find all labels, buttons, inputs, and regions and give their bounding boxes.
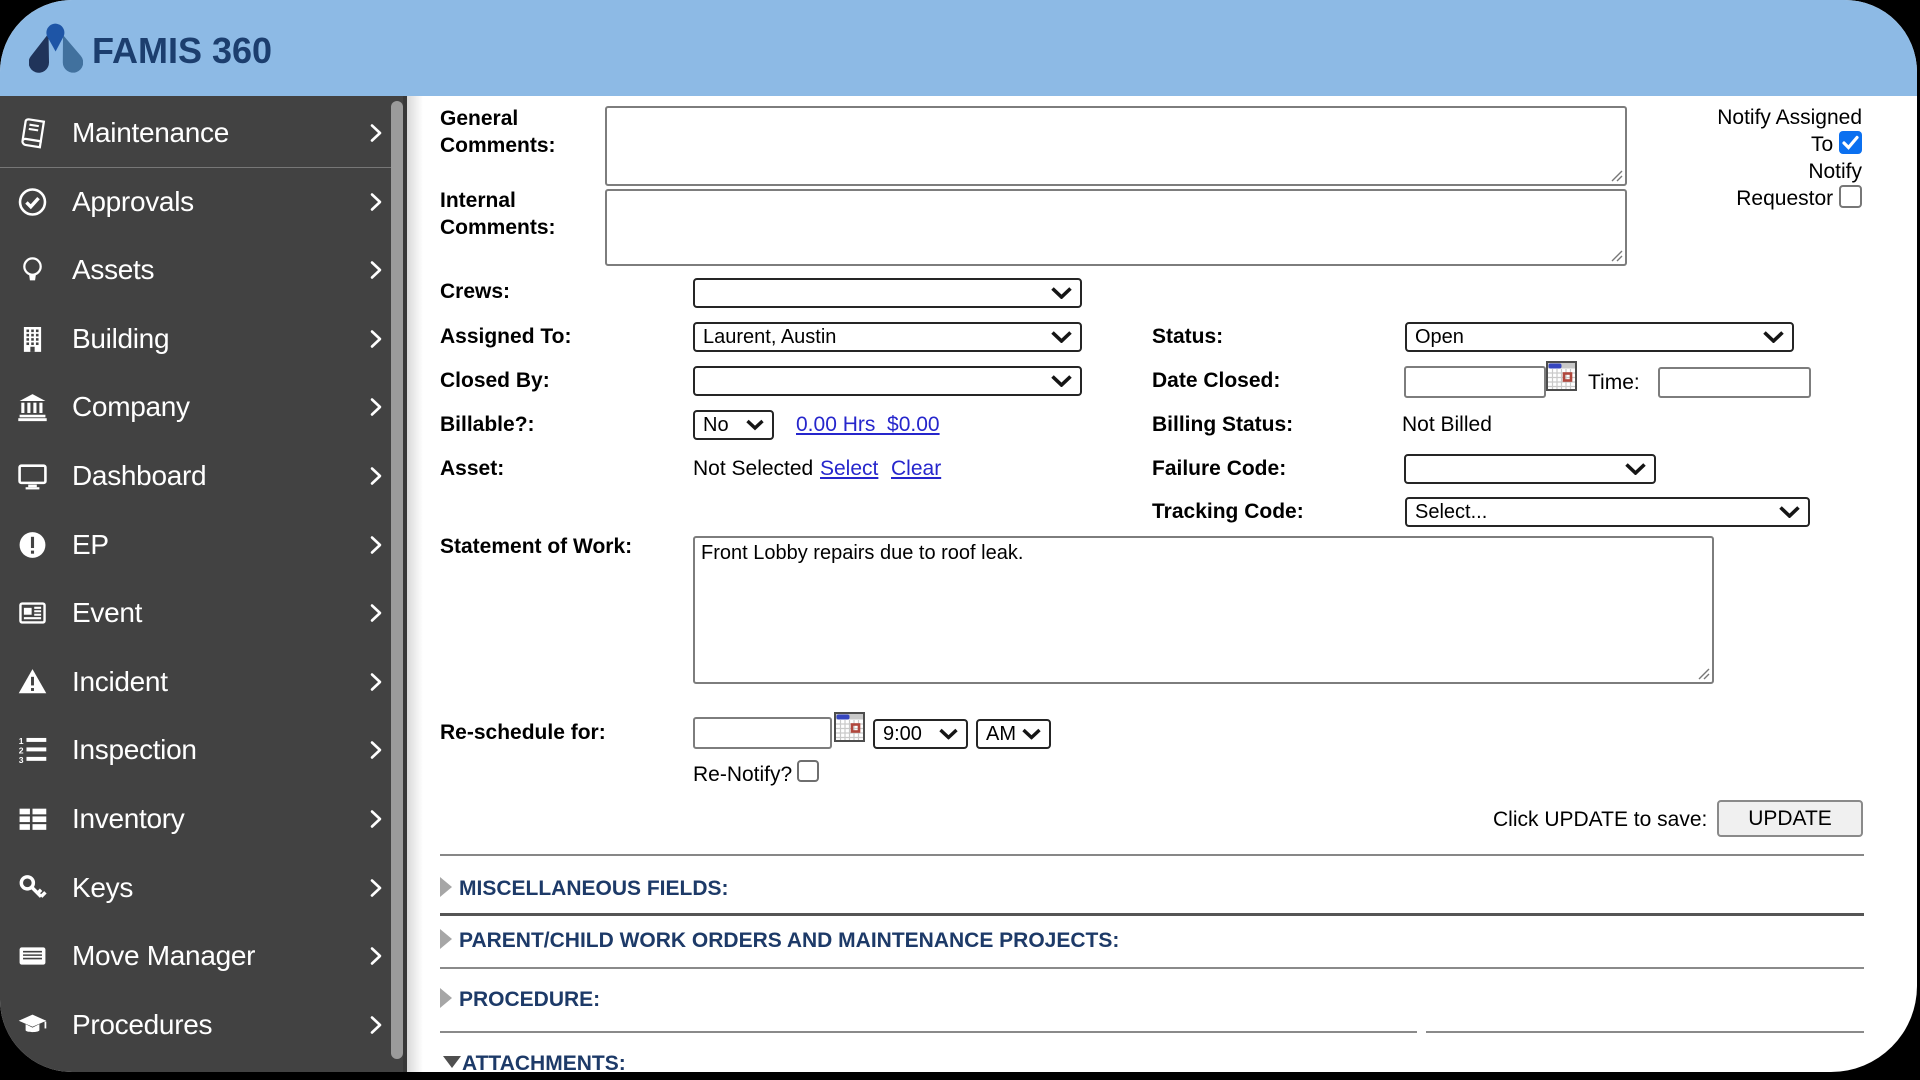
svg-text:3: 3: [19, 755, 24, 765]
svg-text:1: 1: [19, 736, 24, 746]
svg-text:2: 2: [19, 746, 24, 756]
